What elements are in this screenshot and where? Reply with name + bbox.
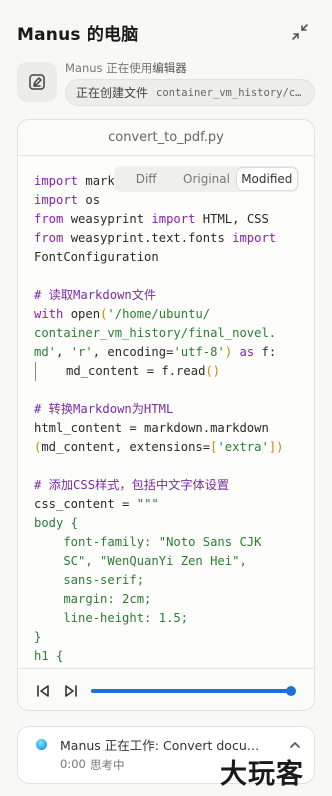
code-string: body { [34, 516, 79, 530]
playback-bar [18, 668, 314, 710]
window-header: Manus 的电脑 [0, 0, 332, 60]
app-action: 正在创建文件 [76, 86, 149, 100]
code-comment: # 转换Markdown为HTML [34, 402, 174, 416]
code-token: html_content = markdown.markdown [34, 421, 269, 435]
tab-diff[interactable]: Diff [116, 168, 176, 190]
code-token: with [34, 307, 64, 321]
code-string: line-height: 1.5; [34, 611, 189, 625]
code-token: import [232, 231, 277, 245]
tab-original[interactable]: Original [176, 168, 236, 190]
progress-fill [91, 689, 291, 693]
progress-slider[interactable] [91, 686, 296, 696]
code-string: } [34, 630, 42, 644]
current-app-row: Manus 正在使用编辑器 正在创建文件 container_vm_histor… [17, 60, 317, 108]
app-status-prefix: Manus 正在使用 [65, 61, 153, 75]
code-comment: # 读取Markdown文件 [34, 288, 157, 302]
code-token: from [34, 231, 64, 245]
code-token: HTML, CSS [195, 212, 269, 226]
watermark-logo: 大玩客 [220, 759, 304, 790]
window-title: Manus 的电脑 [17, 25, 139, 45]
code-comment: # 添加CSS样式，包括中文字体设置 [34, 478, 230, 492]
app-file-path: container_vm_history/convert_to_pdf.py [156, 86, 304, 99]
code-string: """ [136, 497, 159, 511]
code-content: import markdown import os from weasyprin… [34, 172, 314, 666]
code-string: '/home/ubuntu/ [107, 307, 211, 321]
code-token: import [151, 212, 196, 226]
code-string: container_vm_history/final_novel. [34, 326, 277, 340]
code-token: f: [254, 345, 277, 359]
code-string: font-family: "Noto Sans CJK [34, 535, 262, 549]
indent-guide [35, 362, 36, 381]
code-token: , [56, 345, 71, 359]
code-viewer[interactable]: import markdown import os from weasyprin… [18, 157, 314, 667]
editor-panel: convert_to_pdf.py import markdown import… [17, 119, 315, 711]
code-string: md' [34, 345, 57, 359]
app-name: 编辑器 [152, 61, 187, 75]
code-token: weasyprint.text.fonts [63, 231, 233, 245]
status-thinking: 思考中 [90, 758, 125, 772]
code-token: as [232, 345, 255, 359]
collapse-icon[interactable] [290, 22, 310, 42]
code-token: ]) [268, 440, 284, 454]
app-action-pill: 正在创建文件 container_vm_history/convert_to_p… [65, 79, 315, 106]
code-token: import [34, 193, 79, 207]
code-token: weasyprint [63, 212, 152, 226]
editor-filename: convert_to_pdf.py [18, 120, 314, 156]
code-token: open [63, 307, 101, 321]
code-token: from [34, 212, 64, 226]
code-string: h1 { [34, 649, 64, 663]
chevron-up-icon[interactable] [288, 737, 302, 751]
working-indicator-icon [36, 739, 47, 750]
code-string: 'r' [70, 345, 93, 359]
view-mode-tabs: Diff Original Modified [114, 166, 299, 192]
code-string: sans-serif; [34, 573, 145, 587]
code-token: FontConfiguration [34, 250, 159, 264]
status-time: 0:00 [60, 757, 86, 771]
code-string: 'utf-8' [173, 345, 225, 359]
progress-knob[interactable] [286, 686, 296, 696]
code-token: css_content = [34, 497, 137, 511]
code-token: , encoding= [92, 345, 174, 359]
code-token: import [34, 174, 79, 188]
code-token: md_content, extensions= [41, 440, 211, 454]
code-string: SC", "WenQuanYi Zen Hei", [34, 554, 247, 568]
skip-back-icon[interactable] [35, 683, 51, 699]
code-token: md_content = f.read [66, 364, 206, 378]
tab-modified[interactable]: Modified [236, 168, 297, 190]
code-string: margin: 2cm; [34, 592, 152, 606]
editor-app-icon [17, 62, 57, 102]
code-token: os [78, 193, 101, 207]
code-string: 'extra' [217, 440, 269, 454]
app-status-line: Manus 正在使用编辑器 [65, 60, 187, 76]
code-token: () [205, 364, 221, 378]
skip-forward-icon[interactable] [63, 683, 79, 699]
